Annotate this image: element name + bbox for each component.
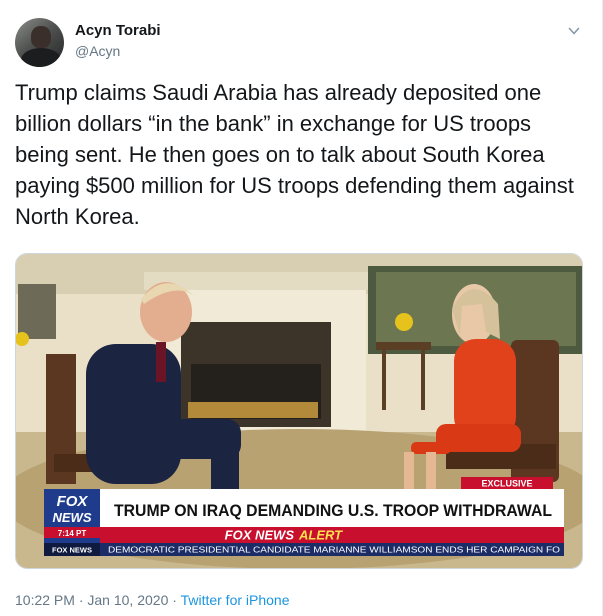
exclusive-label: EXCLUSIVE <box>481 479 532 489</box>
chevron-down-icon[interactable] <box>568 25 580 37</box>
avatar[interactable] <box>15 18 64 67</box>
video-frame: EXCLUSIVE FOX NEWS 7:14 PT TRUMP ON IRAQ… <box>16 254 582 568</box>
ticker-text: DEMOCRATIC PRESIDENTIAL CANDIDATE MARIAN… <box>108 546 560 555</box>
headline-text: TRUMP ON IRAQ DEMANDING U.S. TROOP WITHD… <box>114 501 552 520</box>
alert-label-1: FOX NEWS <box>225 528 295 543</box>
author-handle[interactable]: @Acyn <box>75 43 120 59</box>
author-name[interactable]: Acyn Torabi <box>75 22 161 39</box>
meta-separator: · <box>78 592 84 608</box>
meta-separator-2: · <box>172 592 177 608</box>
tweet-meta: 10:22 PM · Jan 10, 2020 · Twitter for iP… <box>15 592 290 608</box>
logo-fox-text: FOX <box>57 493 89 510</box>
alert-label-2: ALERT <box>298 528 343 543</box>
tweet-text: Trump claims Saudi Arabia has already de… <box>15 80 574 229</box>
tweet-source-link[interactable]: Twitter for iPhone <box>181 592 290 608</box>
avatar-shoulders <box>21 48 61 67</box>
logo-news-text: NEWS <box>53 510 92 525</box>
tweet-time[interactable]: 10:22 PM <box>15 592 75 608</box>
tweet-media[interactable]: EXCLUSIVE FOX NEWS 7:14 PT TRUMP ON IRAQ… <box>15 253 583 569</box>
tweet-card: Acyn Torabi @Acyn Trump claims Saudi Ara… <box>0 0 603 616</box>
ticker-logo: FOX NEWS <box>52 546 92 555</box>
tweet-date[interactable]: Jan 10, 2020 <box>87 592 168 608</box>
clock-text: 7:14 PT <box>58 529 87 538</box>
avatar-head <box>31 26 51 48</box>
